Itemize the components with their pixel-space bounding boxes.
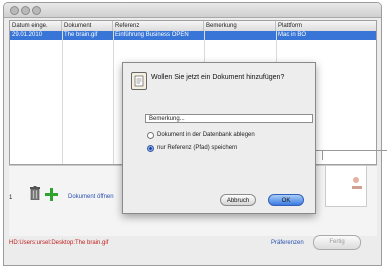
title-bar [4, 3, 381, 18]
remark-field[interactable]: Bemerkung... [145, 114, 313, 123]
cell-remark [204, 31, 276, 40]
column-header-remark[interactable]: Bemerkung [204, 21, 276, 31]
divider-line [322, 150, 323, 160]
trash-icon[interactable] [30, 186, 40, 201]
preferences-link[interactable]: Präferenzen [271, 240, 304, 246]
document-count: 1 [9, 195, 13, 201]
column-divider [62, 31, 63, 164]
document-path: HD:Users:ursel:Desktop:The brain.gif [9, 240, 109, 246]
radio-button[interactable] [147, 132, 154, 139]
cell-platform: Mac in BO [278, 32, 307, 38]
document-app-icon [131, 72, 147, 90]
table-row[interactable]: 29.01.2010 The brain.gif Einführung Busi… [10, 31, 376, 40]
add-document-dialog: Wollen Sie jetzt ein Dokument hinzufügen… [122, 62, 316, 214]
column-header-document[interactable]: Dokument [62, 21, 113, 31]
document-thumbnail [325, 165, 367, 207]
dialog-question: Wollen Sie jetzt ein Dokument hinzufügen… [151, 74, 285, 81]
column-header-platform[interactable]: Plattform [276, 21, 376, 31]
radio-button[interactable] [147, 145, 154, 152]
ok-button[interactable]: OK [268, 194, 304, 206]
close-window-icon[interactable] [10, 6, 19, 15]
done-button[interactable]: Fertig [313, 235, 361, 250]
radio-label: Dokument in der Datenbank ablegen [157, 132, 255, 138]
cancel-button[interactable]: Abbruch [220, 194, 256, 206]
column-header-reference[interactable]: Referenz [113, 21, 204, 31]
open-document-link[interactable]: Dokument öffnen [68, 194, 114, 200]
zoom-window-icon[interactable] [32, 6, 41, 15]
radio-label: nur Referenz (Pfad) speichern [157, 145, 238, 151]
radio-reference-only[interactable]: nur Referenz (Pfad) speichern [147, 144, 307, 153]
cell-reference: Einführung Business OPEN [115, 32, 189, 38]
cell-date: 29.01.2010 [12, 32, 43, 38]
column-header-date[interactable]: Datum einge. [10, 21, 62, 31]
minimize-window-icon[interactable] [21, 6, 30, 15]
cell-document: The brain.gif [64, 32, 98, 38]
add-document-icon[interactable] [45, 188, 58, 201]
radio-store-in-database[interactable]: Dokument in der Datenbank ablegen [147, 131, 307, 140]
column-divider [113, 31, 114, 164]
